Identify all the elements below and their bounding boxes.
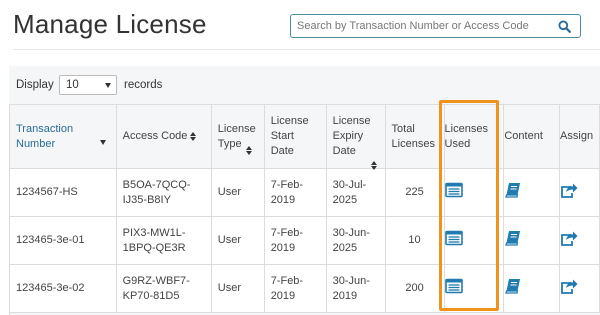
- col-header-transaction-number[interactable]: Transaction Number: [9, 104, 117, 169]
- sort-desc-icon: [99, 140, 106, 145]
- cell-assign: [559, 216, 600, 265]
- col-header-label: Access Code: [122, 130, 188, 142]
- col-header-label: License Start Date: [270, 115, 309, 157]
- col-header-license-expiry-date[interactable]: License Expiry Date: [325, 104, 386, 170]
- share-icon[interactable]: [560, 278, 578, 294]
- cell-total-licenses: 200: [384, 264, 445, 313]
- book-icon[interactable]: [504, 182, 522, 198]
- cell-licenses-used: [443, 168, 505, 217]
- list-icon[interactable]: [444, 230, 463, 246]
- search-box[interactable]: [290, 14, 581, 38]
- cell-access-code: G9RZ-WBF7-KP70-81D5: [115, 264, 212, 313]
- cell-transaction-number: 123465-3e-01: [9, 216, 117, 265]
- search-icon[interactable]: [558, 20, 571, 33]
- col-header-label: Transaction Number: [16, 122, 74, 150]
- col-header-license-start-date[interactable]: License Start Date: [263, 104, 327, 169]
- cell-license-type: User: [210, 168, 265, 217]
- cell-start-date: 7-Feb-2019: [263, 264, 327, 313]
- cell-start-date: 7-Feb-2019: [263, 216, 327, 265]
- cell-expiry-date: 30-Jun-2019: [325, 264, 386, 313]
- cell-transaction-number: 1234567-HS: [9, 168, 117, 217]
- cell-licenses-used: [443, 216, 505, 265]
- cell-content: [503, 264, 561, 313]
- col-header-label: License Expiry Date: [332, 115, 371, 157]
- share-icon[interactable]: [560, 230, 578, 246]
- list-icon[interactable]: [444, 278, 463, 294]
- search-input[interactable]: [291, 15, 549, 37]
- sort-icon: [190, 131, 197, 141]
- page-title: Manage License: [13, 9, 207, 39]
- share-icon[interactable]: [560, 182, 578, 198]
- book-icon[interactable]: [504, 230, 522, 246]
- cell-total-licenses: 10: [384, 216, 445, 265]
- col-header-label: Content: [504, 130, 543, 142]
- col-header-label: Total Licenses: [391, 122, 435, 150]
- col-header-label: Licenses Used: [444, 122, 488, 150]
- records-label: records: [124, 79, 163, 91]
- page-size-select[interactable]: 10: [59, 75, 117, 95]
- table-row: 123465-3e-02 G9RZ-WBF7-KP70-81D5 User 7-…: [9, 264, 600, 313]
- table-row: 123465-3e-01 PIX3-MW1L-1BPQ-QE3R User 7-…: [9, 216, 600, 265]
- cell-access-code: B5OA-7QCQ-IJ35-B8IY: [115, 168, 212, 217]
- display-controls: Display 10 records: [9, 66, 600, 104]
- cell-assign: [559, 264, 600, 313]
- cell-license-type: User: [210, 264, 265, 313]
- col-header-content: Content: [503, 104, 561, 169]
- header-divider: [13, 49, 600, 50]
- license-table: Transaction Number Access Code License T…: [9, 104, 600, 313]
- cell-assign: [559, 168, 600, 217]
- cell-expiry-date: 30-Jun-2025: [325, 216, 386, 265]
- sort-icon: [370, 160, 377, 170]
- sort-icon: [245, 146, 252, 156]
- cell-licenses-used: [443, 264, 505, 313]
- cell-content: [503, 216, 561, 265]
- cell-total-licenses: 225: [384, 168, 445, 217]
- col-header-total-licenses[interactable]: Total Licenses: [384, 104, 445, 169]
- cell-content: [503, 168, 561, 217]
- list-icon[interactable]: [444, 182, 463, 198]
- col-header-assign: Assign: [559, 104, 600, 169]
- book-icon[interactable]: [504, 278, 522, 294]
- col-header-license-type[interactable]: License Type: [210, 104, 265, 169]
- col-header-licenses-used: Licenses Used: [443, 104, 505, 169]
- table-row: 1234567-HS B5OA-7QCQ-IJ35-B8IY User 7-Fe…: [9, 168, 600, 217]
- table-header-row: Transaction Number Access Code License T…: [9, 104, 600, 170]
- col-header-access-code[interactable]: Access Code: [115, 104, 212, 169]
- page-size-value: 10: [66, 79, 79, 91]
- col-header-label: Assign: [560, 130, 594, 142]
- display-label: Display: [16, 79, 54, 91]
- cell-access-code: PIX3-MW1L-1BPQ-QE3R: [115, 216, 212, 265]
- cell-license-type: User: [210, 216, 265, 265]
- cell-start-date: 7-Feb-2019: [263, 168, 327, 217]
- chevron-down-icon: [105, 83, 111, 88]
- cell-transaction-number: 123465-3e-02: [9, 264, 117, 313]
- cell-expiry-date: 30-Jul-2025: [325, 168, 386, 217]
